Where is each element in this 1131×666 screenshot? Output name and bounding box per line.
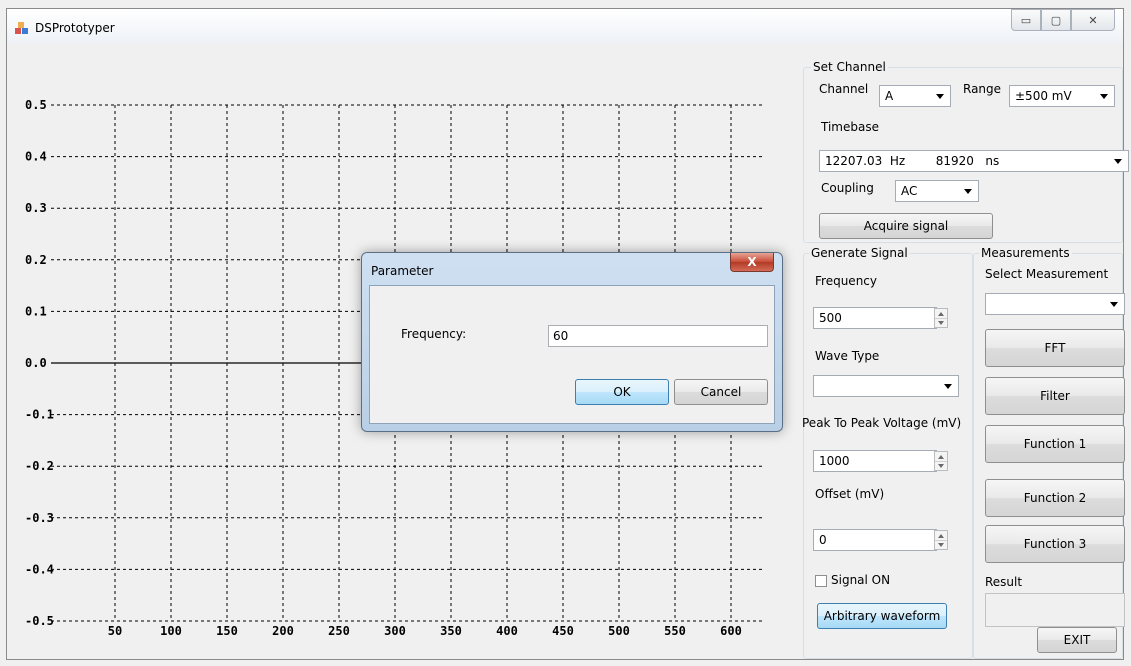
coupling-select[interactable]: AC xyxy=(895,180,979,202)
chevron-down-icon xyxy=(944,384,952,389)
arbitrary-waveform-button[interactable]: Arbitrary waveform xyxy=(817,603,947,629)
frequency-label: Frequency xyxy=(815,274,877,288)
peak-to-peak-value: 1000 xyxy=(819,454,850,468)
y-tick-label: -0.2 xyxy=(25,459,54,473)
chevron-up-icon xyxy=(938,312,944,316)
result-label: Result xyxy=(985,575,1023,589)
minimize-icon: ▭ xyxy=(1020,13,1032,27)
y-tick-label: -0.3 xyxy=(25,511,54,525)
timebase-select[interactable]: 12207.03 Hz 81920 ns xyxy=(819,150,1129,172)
y-tick-label: 0.2 xyxy=(25,253,47,267)
fft-button[interactable]: FFT xyxy=(985,329,1125,367)
chevron-down-icon xyxy=(964,189,972,194)
peak-to-peak-spin-buttons[interactable] xyxy=(934,451,948,471)
dialog-field-label: Frequency: xyxy=(401,327,467,341)
range-label: Range xyxy=(963,82,1002,96)
chevron-down-icon xyxy=(936,94,944,99)
chevron-down-icon xyxy=(1114,159,1122,164)
chevron-down-icon xyxy=(938,464,944,468)
coupling-label: Coupling xyxy=(821,181,874,195)
dialog-close-button[interactable]: X xyxy=(730,253,774,272)
close-icon: X xyxy=(747,255,757,269)
y-tick-label: -0.1 xyxy=(25,408,54,422)
title-bar: DSPrototyper ▭ ▢ ✕ xyxy=(7,9,1123,43)
y-tick-label: 0.1 xyxy=(25,304,47,318)
chevron-up-icon xyxy=(938,534,944,538)
chevron-down-icon xyxy=(1100,94,1108,99)
minimize-button[interactable]: ▭ xyxy=(1011,9,1041,31)
frequency-input[interactable] xyxy=(548,325,768,347)
x-tick-label: 400 xyxy=(496,624,518,638)
channel-select[interactable]: A xyxy=(879,85,951,107)
frequency-spin-buttons[interactable] xyxy=(934,308,948,328)
generate-signal-title: Generate Signal xyxy=(809,246,910,260)
dialog-body: Frequency: OK Cancel xyxy=(369,285,775,424)
offset-label: Offset (mV) xyxy=(815,487,885,501)
y-tick-label: -0.4 xyxy=(25,562,54,576)
x-tick-label: 300 xyxy=(384,624,406,638)
y-tick-label: -0.5 xyxy=(25,614,54,628)
measurement-select[interactable] xyxy=(985,293,1125,315)
signal-on-checkbox[interactable] xyxy=(815,575,827,587)
select-measurement-label: Select Measurement xyxy=(985,267,1109,281)
chevron-up-icon xyxy=(938,455,944,459)
frequency-stepper[interactable]: 500 xyxy=(813,307,937,329)
maximize-icon: ▢ xyxy=(1050,13,1062,27)
x-tick-label: 100 xyxy=(160,624,182,638)
range-select[interactable]: ±500 mV xyxy=(1009,85,1115,107)
signal-on-label: Signal ON xyxy=(831,573,891,587)
close-icon: ✕ xyxy=(1088,13,1098,27)
x-tick-label: 500 xyxy=(608,624,630,638)
wave-type-select[interactable] xyxy=(813,375,959,397)
maximize-button[interactable]: ▢ xyxy=(1041,9,1071,31)
chevron-down-icon xyxy=(1110,302,1118,307)
x-tick-label: 600 xyxy=(720,624,742,638)
x-tick-label: 550 xyxy=(664,624,686,638)
filter-button[interactable]: Filter xyxy=(985,377,1125,415)
app-icon xyxy=(15,22,28,34)
offset-value: 0 xyxy=(819,533,827,547)
measurements-title: Measurements xyxy=(979,246,1072,260)
acquire-signal-button[interactable]: Acquire signal xyxy=(819,213,993,239)
dialog-title: Parameter xyxy=(371,264,434,278)
close-button[interactable]: ✕ xyxy=(1071,9,1115,31)
timebase-value: 12207.03 Hz 81920 ns xyxy=(825,154,1000,168)
chevron-down-icon xyxy=(938,321,944,325)
x-tick-label: 450 xyxy=(552,624,574,638)
x-tick-label: 250 xyxy=(328,624,350,638)
chevron-down-icon xyxy=(938,543,944,547)
exit-button[interactable]: EXIT xyxy=(1037,627,1117,653)
offset-spin-buttons[interactable] xyxy=(934,530,948,550)
set-channel-title: Set Channel xyxy=(811,60,888,74)
coupling-value: AC xyxy=(901,184,918,198)
ok-button[interactable]: OK xyxy=(575,379,669,405)
y-tick-label: 0.4 xyxy=(25,150,47,164)
cancel-button[interactable]: Cancel xyxy=(674,379,768,405)
window-title: DSPrototyper xyxy=(35,21,115,35)
peak-to-peak-label: Peak To Peak Voltage (mV) xyxy=(802,416,962,430)
result-field xyxy=(985,593,1125,627)
offset-stepper[interactable]: 0 xyxy=(813,529,937,551)
x-tick-label: 150 xyxy=(216,624,238,638)
frequency-value: 500 xyxy=(819,311,842,325)
y-tick-label: 0.0 xyxy=(25,356,47,370)
function-3-button[interactable]: Function 3 xyxy=(985,525,1125,563)
peak-to-peak-stepper[interactable]: 1000 xyxy=(813,450,937,472)
channel-value: A xyxy=(885,89,894,103)
range-value: ±500 mV xyxy=(1015,89,1072,103)
y-tick-label: 0.5 xyxy=(25,98,47,112)
x-tick-label: 200 xyxy=(272,624,294,638)
function-2-button[interactable]: Function 2 xyxy=(985,479,1125,517)
timebase-label: Timebase xyxy=(821,120,879,134)
parameter-dialog: Parameter X Frequency: OK Cancel xyxy=(361,252,783,432)
x-tick-label: 350 xyxy=(440,624,462,638)
function-1-button[interactable]: Function 1 xyxy=(985,425,1125,463)
channel-label: Channel xyxy=(819,82,869,96)
y-tick-label: 0.3 xyxy=(25,201,47,215)
wave-type-label: Wave Type xyxy=(815,349,880,363)
x-tick-label: 50 xyxy=(108,624,122,638)
